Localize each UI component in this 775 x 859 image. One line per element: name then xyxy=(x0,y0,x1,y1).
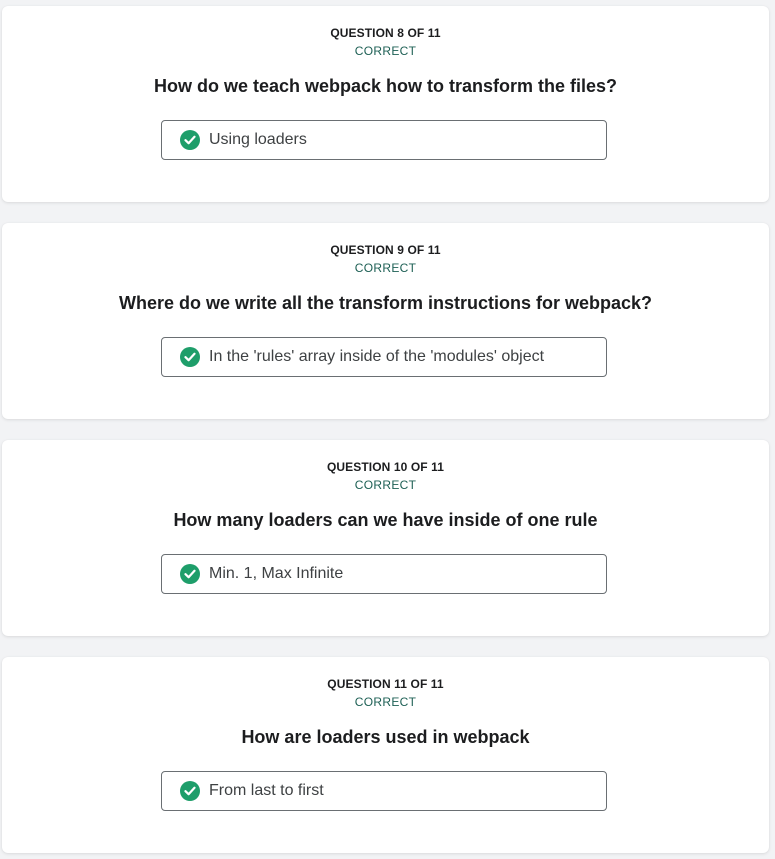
selected-answer[interactable]: Using loaders xyxy=(161,120,607,160)
answer-text: Min. 1, Max Infinite xyxy=(209,565,344,582)
question-card: QUESTION 8 OF 11 CORRECT How do we teach… xyxy=(2,6,769,202)
status-label: CORRECT xyxy=(354,44,417,58)
check-circle-icon xyxy=(180,130,200,150)
question-text: How do we teach webpack how to transform… xyxy=(153,76,618,96)
answer-text: Using loaders xyxy=(209,131,307,148)
question-card: QUESTION 9 OF 11 CORRECT Where do we wri… xyxy=(2,223,769,419)
question-card: QUESTION 10 OF 11 CORRECT How many loade… xyxy=(2,440,769,636)
answer-text: From last to first xyxy=(209,782,324,799)
status-label: CORRECT xyxy=(354,478,417,492)
selected-answer[interactable]: In the 'rules' array inside of the 'modu… xyxy=(161,337,607,377)
check-circle-icon xyxy=(180,347,200,367)
question-number: QUESTION 9 OF 11 xyxy=(330,243,441,257)
status-label: CORRECT xyxy=(354,695,417,709)
selected-answer[interactable]: From last to first xyxy=(161,771,607,811)
question-number: QUESTION 10 OF 11 xyxy=(326,460,445,474)
question-number: QUESTION 11 OF 11 xyxy=(327,677,444,691)
quiz-results-page: QUESTION 8 OF 11 CORRECT How do we teach… xyxy=(0,0,775,859)
question-card: QUESTION 11 OF 11 CORRECT How are loader… xyxy=(2,657,769,853)
check-circle-icon xyxy=(180,564,200,584)
question-number: QUESTION 8 OF 11 xyxy=(330,26,441,40)
answer-text: In the 'rules' array inside of the 'modu… xyxy=(209,348,545,365)
status-label: CORRECT xyxy=(354,261,417,275)
check-circle-icon xyxy=(180,781,200,801)
selected-answer[interactable]: Min. 1, Max Infinite xyxy=(161,554,607,594)
question-text: Where do we write all the transform inst… xyxy=(118,293,653,313)
question-text: How many loaders can we have inside of o… xyxy=(173,510,598,530)
question-text: How are loaders used in webpack xyxy=(241,727,530,747)
